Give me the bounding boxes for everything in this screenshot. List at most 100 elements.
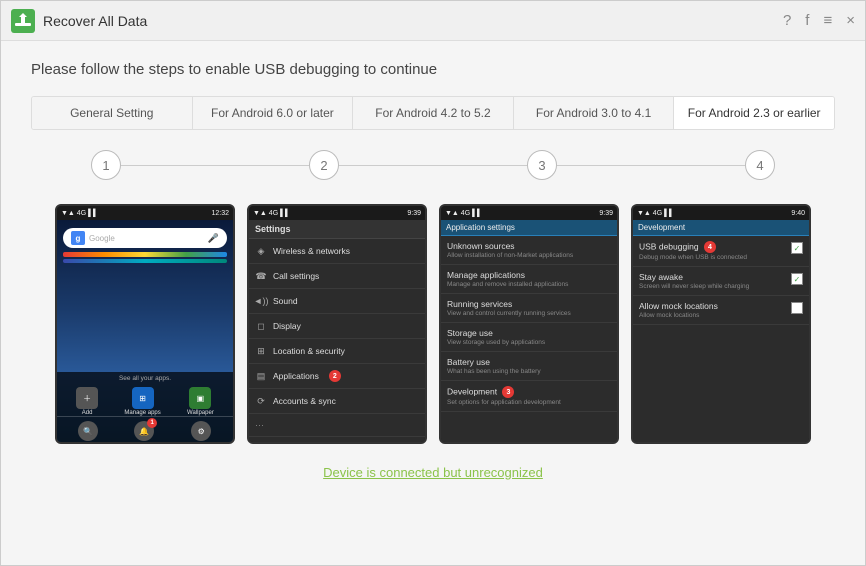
add-icon: ＋ bbox=[76, 387, 98, 409]
tab-general[interactable]: General Setting bbox=[32, 97, 193, 129]
step-line-2 bbox=[339, 165, 527, 166]
phone-frame-1: ▼▲ 4G ▌▌ 12:32 g Google 🎤 See all your a… bbox=[55, 204, 235, 444]
awake-desc: Screen will never sleep while charging bbox=[639, 283, 787, 290]
facebook-icon[interactable]: f bbox=[805, 12, 809, 29]
phone-frame-3: ▼▲ 4G ▌▌ 9:39 Application settings Unkno… bbox=[439, 204, 619, 444]
sound-label: Sound bbox=[273, 296, 298, 306]
settings-item-location: ⊞ Location & security bbox=[249, 339, 425, 364]
display-label: Display bbox=[273, 321, 301, 331]
menu-icon[interactable]: ≡ bbox=[823, 12, 832, 29]
dev-item-mock: Allow mock locations Allow mock location… bbox=[633, 296, 809, 325]
device-connection-link[interactable]: Device is connected but unrecognized bbox=[323, 465, 543, 480]
usb-desc: Debug mode when USB is connected bbox=[639, 254, 787, 261]
status-time-2: 9:39 bbox=[407, 210, 421, 217]
app-wallpaper: ▣ Wallpaper bbox=[187, 387, 214, 416]
title-bar-right: ? f ≡ × bbox=[783, 12, 855, 29]
sound-icon: ◄)) bbox=[255, 295, 267, 307]
mic-icon: 🎤 bbox=[208, 233, 219, 244]
bottom-settings: ⚙ Settings bbox=[190, 421, 212, 442]
mock-text: Allow mock locations Allow mock location… bbox=[639, 301, 787, 319]
notif-circle-icon: 🔔 1 bbox=[134, 421, 154, 441]
applications-icon: ▤ bbox=[255, 370, 267, 382]
settings-item-call: ☎ Call settings bbox=[249, 264, 425, 289]
status-left-4: ▼▲ 4G ▌▌ bbox=[637, 210, 674, 217]
notification-badge: 1 bbox=[147, 418, 157, 428]
unknown-sources-desc: Allow installation of non-Market applica… bbox=[447, 252, 611, 259]
tabs-row: General Setting For Android 6.0 or later… bbox=[31, 96, 835, 130]
manage-apps-desc: Manage and remove installed applications bbox=[447, 281, 611, 288]
app-manage: ⊞ Manage apps bbox=[124, 387, 160, 416]
step-4: 4 bbox=[745, 150, 775, 180]
applications-label: Applications bbox=[273, 371, 319, 381]
app-icon bbox=[11, 9, 35, 33]
color-bar-2 bbox=[63, 259, 227, 263]
phone-frame-4: ▼▲ 4G ▌▌ 9:40 Development USB debugging … bbox=[631, 204, 811, 444]
search-hint: Google bbox=[89, 234, 115, 243]
status-bar-1: ▼▲ 4G ▌▌ 12:32 bbox=[57, 206, 233, 220]
instruction-text: Please follow the steps to enable USB de… bbox=[31, 61, 835, 78]
storage-desc: View storage used by applications bbox=[447, 339, 611, 346]
display-icon: ◻ bbox=[255, 320, 267, 332]
screen-2: Settings ◈ Wireless & networks ☎ Call se… bbox=[249, 220, 425, 442]
awake-title: Stay awake bbox=[639, 272, 787, 282]
usb-title: USB debugging 4 bbox=[639, 241, 787, 253]
running-title: Running services bbox=[447, 299, 611, 309]
steps-row: 1 2 3 4 bbox=[31, 150, 835, 180]
tab-android30[interactable]: For Android 3.0 to 4.1 bbox=[514, 97, 675, 129]
app-item-storage: Storage use View storage used by applica… bbox=[441, 323, 617, 352]
mock-title: Allow mock locations bbox=[639, 301, 787, 311]
close-icon[interactable]: × bbox=[846, 12, 855, 29]
manage-icon: ⊞ bbox=[132, 387, 154, 409]
applications-badge: 2 bbox=[329, 370, 341, 382]
unknown-sources-title: Unknown sources bbox=[447, 241, 611, 251]
app-add: ＋ Add bbox=[76, 387, 98, 416]
step-3: 3 bbox=[527, 150, 557, 180]
status-time-1: 12:32 bbox=[211, 210, 229, 217]
help-icon[interactable]: ? bbox=[783, 12, 791, 29]
dev-item-awake: Stay awake Screen will never sleep while… bbox=[633, 267, 809, 296]
screen1-spacer bbox=[57, 265, 233, 325]
step-line-1 bbox=[121, 165, 309, 166]
screen-3: Application settings Unknown sources All… bbox=[441, 220, 617, 442]
accounts-label: Accounts & sync bbox=[273, 396, 336, 406]
app-title: Recover All Data bbox=[43, 13, 147, 29]
dev-header: Development bbox=[633, 220, 809, 236]
app-item-development: Development 3 Set options for applicatio… bbox=[441, 381, 617, 412]
google-g-icon: g bbox=[71, 231, 85, 245]
screen-1: g Google 🎤 See all your apps. ＋ Add bbox=[57, 220, 233, 442]
search-circle-icon: 🔍 bbox=[78, 421, 98, 441]
phone-frame-2: ▼▲ 4G ▌▌ 9:39 Settings ◈ Wireless & netw… bbox=[247, 204, 427, 444]
settings-item-accounts: ⟳ Accounts & sync bbox=[249, 389, 425, 414]
settings-item-wireless: ◈ Wireless & networks bbox=[249, 239, 425, 264]
step-2: 2 bbox=[309, 150, 339, 180]
screen1-bottom-bar: See all your apps. ＋ Add ⊞ Manage apps ▣ bbox=[57, 372, 233, 442]
wallpaper-icon: ▣ bbox=[189, 387, 211, 409]
dev-title-s3: Development 3 bbox=[447, 386, 611, 398]
settings-header: Settings bbox=[249, 220, 425, 239]
call-label: Call settings bbox=[273, 271, 319, 281]
status-left-2: ▼▲ 4G ▌▌ bbox=[253, 210, 290, 217]
bottom-notifications: 🔔 1 Notifications bbox=[128, 421, 161, 442]
app-item-manage-apps: Manage applications Manage and remove in… bbox=[441, 265, 617, 294]
main-content: Please follow the steps to enable USB de… bbox=[1, 41, 865, 498]
status-left-3: ▼▲ 4G ▌▌ bbox=[445, 210, 482, 217]
tab-android23[interactable]: For Android 2.3 or earlier bbox=[674, 97, 834, 129]
wallpaper-label: Wallpaper bbox=[187, 410, 214, 416]
screen1-bottom-icons: 🔍 Search 🔔 1 Notifications ⚙ bbox=[57, 416, 233, 442]
settings-item-sound: ◄)) Sound bbox=[249, 289, 425, 314]
tab-android42[interactable]: For Android 4.2 to 5.2 bbox=[353, 97, 514, 129]
settings-item-more: ··· bbox=[249, 414, 425, 437]
more-label: ··· bbox=[255, 420, 264, 430]
usb-badge-4: 4 bbox=[704, 241, 716, 253]
color-bar-1 bbox=[63, 252, 227, 257]
status-left-1: ▼▲ 4G ▌▌ bbox=[61, 210, 98, 217]
battery-title: Battery use bbox=[447, 357, 611, 367]
status-bar-2: ▼▲ 4G ▌▌ 9:39 bbox=[249, 206, 425, 220]
app-settings-header: Application settings bbox=[441, 220, 617, 236]
status-bar-4: ▼▲ 4G ▌▌ 9:40 bbox=[633, 206, 809, 220]
dev-desc-s3: Set options for application development bbox=[447, 399, 611, 406]
tab-android6[interactable]: For Android 6.0 or later bbox=[193, 97, 354, 129]
dev-badge-3: 3 bbox=[502, 386, 514, 398]
wireless-icon: ◈ bbox=[255, 245, 267, 257]
call-icon: ☎ bbox=[255, 270, 267, 282]
